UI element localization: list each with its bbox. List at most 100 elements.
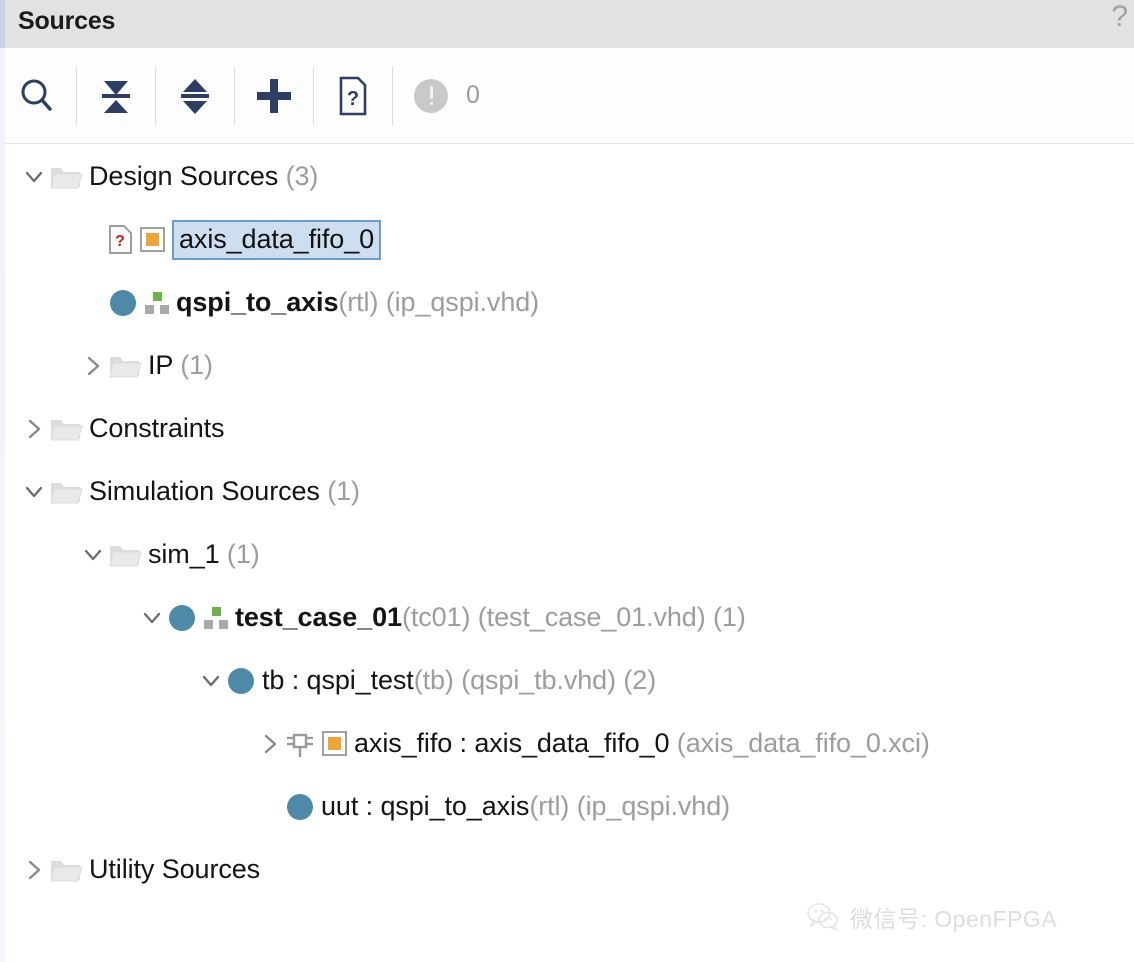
tree-row-filename: (ip_qspi.vhd) — [569, 791, 731, 821]
tree-row-text: IP (1) — [148, 350, 213, 381]
tree-row-ip[interactable]: IP (1) — [5, 334, 1134, 397]
ip-core-icon — [287, 733, 313, 757]
question-mark-icon[interactable]: ? — [1111, 2, 1128, 32]
tree-row-filename: (ip_qspi.vhd) — [378, 287, 540, 317]
folder-icon — [108, 352, 142, 380]
tree-row-filename: (test_case_01.vhd) — [470, 602, 706, 632]
tree-row-axis-fifo-inst[interactable]: axis_fifo : axis_data_fifo_0 (axis_data_… — [5, 712, 1134, 775]
folder-icon — [109, 545, 142, 566]
vhdl-circle-icon — [285, 792, 315, 822]
tree-row-test-case-01[interactable]: test_case_01(tc01) (test_case_01.vhd) (1… — [5, 586, 1134, 649]
chevron-right-icon — [264, 734, 277, 753]
tree-row-uut-qspi-to-axis[interactable]: uut : qspi_to_axis(rtl) (ip_qspi.vhd) — [5, 775, 1134, 838]
toolbar-divider — [234, 66, 235, 125]
toolbar-divider — [392, 66, 393, 125]
tree-row-sim-1[interactable]: sim_1 (1) — [5, 523, 1134, 586]
chevron-down-icon — [25, 486, 43, 497]
tree-row-architecture: (rtl) — [338, 287, 379, 317]
tree-row-name: IP — [148, 350, 173, 380]
collapse-toggle-tb-qspi-test[interactable] — [196, 666, 226, 696]
vhdl-circle-icon — [169, 604, 195, 631]
chevron-right-icon — [28, 419, 41, 438]
ip-core-icon — [285, 728, 315, 760]
tree-row-count: (1) — [219, 539, 260, 569]
toolbar-divider — [155, 66, 156, 125]
warning-count: 0 — [466, 81, 480, 109]
tree-row-name: tb : qspi_test — [262, 665, 414, 695]
tree-row-qspi-to-axis[interactable]: qspi_to_axis(rtl) (ip_qspi.vhd) — [5, 271, 1134, 334]
expand-all-icon[interactable] — [163, 48, 227, 144]
orange-square-icon — [322, 731, 347, 756]
tree-row-tb-qspi-test[interactable]: tb : qspi_test(tb) (qspi_tb.vhd) (2) — [5, 649, 1134, 712]
collapse-all-icon[interactable] — [84, 48, 148, 144]
expand-toggle-ip[interactable] — [78, 351, 108, 381]
tree-row-text: Design Sources (3) — [89, 161, 318, 192]
collapse-toggle-design-sources[interactable] — [19, 162, 49, 192]
sources-tree[interactable]: Design Sources (3)? axis_data_fifo_0 qspi_… — [5, 145, 1134, 962]
chevron-down-icon — [202, 675, 220, 686]
folder-icon — [49, 856, 83, 884]
collapse-toggle-simulation-sources[interactable] — [19, 477, 49, 507]
tree-row-filename: (qspi_tb.vhd) — [453, 665, 616, 695]
warning-circle-icon — [414, 78, 448, 113]
vhdl-circle-icon — [228, 667, 254, 694]
tree-row-axis-data-fifo-0[interactable]: ? axis_data_fifo_0 — [5, 208, 1134, 271]
folder-icon — [50, 167, 83, 188]
file-question-icon[interactable]: ? — [321, 48, 385, 144]
tree-row-text: Constraints — [89, 413, 225, 444]
orange-square-icon — [139, 226, 166, 253]
vhdl-circle-icon — [110, 289, 136, 316]
tree-row-text: Utility Sources — [89, 854, 260, 885]
sources-panel: Sources ? ? 0 Design Sources (3) ? axis_… — [0, 0, 1134, 962]
expand-toggle-utility-sources[interactable] — [19, 855, 49, 885]
vhdl-circle-icon — [108, 288, 138, 318]
toolbar-divider — [76, 66, 77, 125]
tree-row-constraints[interactable]: Constraints — [5, 397, 1134, 460]
folder-icon — [50, 482, 83, 503]
tree-row-count: (1) — [172, 350, 213, 380]
tree-row-design-sources[interactable]: Design Sources (3) — [5, 145, 1134, 208]
orange-square-icon — [140, 227, 165, 252]
tree-row-utility-sources[interactable]: Utility Sources — [5, 838, 1134, 901]
tree-row-text: Simulation Sources (1) — [89, 476, 360, 507]
tree-row-text: axis_data_fifo_0 — [172, 219, 382, 260]
expand-toggle-axis-fifo-inst[interactable] — [255, 729, 285, 759]
warning-status[interactable]: 0 — [400, 48, 480, 144]
hierarchy-icon — [203, 605, 229, 631]
tree-row-count: (1) — [319, 476, 360, 506]
page-title: Sources — [18, 7, 116, 35]
tree-row-text: qspi_to_axis(rtl) (ip_qspi.vhd) — [176, 287, 539, 318]
tree-row-filename: (axis_data_fifo_0.xci) — [669, 728, 930, 758]
folder-icon — [49, 478, 83, 506]
sources-toolbar: ? 0 — [5, 48, 1134, 144]
tree-row-architecture: (tc01) — [401, 602, 471, 632]
collapse-toggle-test-case-01[interactable] — [137, 603, 167, 633]
chevron-right-icon — [87, 356, 100, 375]
tree-row-text: axis_fifo : axis_data_fifo_0 (axis_data_… — [354, 728, 930, 759]
vhdl-circle-icon — [167, 603, 197, 633]
panel-titlebar: Sources ? — [5, 0, 1134, 48]
folder-icon — [109, 356, 142, 377]
hierarchy-icon — [144, 290, 170, 316]
toolbar-divider — [313, 66, 314, 125]
tree-row-count: (2) — [616, 665, 657, 695]
file-question-icon: ? — [108, 224, 133, 255]
collapse-toggle-sim-1[interactable] — [78, 540, 108, 570]
folder-icon — [108, 541, 142, 569]
vhdl-circle-icon — [287, 793, 313, 820]
tree-row-simulation-sources[interactable]: Simulation Sources (1) — [5, 460, 1134, 523]
orange-square-icon — [321, 730, 348, 757]
svg-text:?: ? — [347, 88, 359, 110]
hierarchy-icon — [145, 291, 169, 314]
chevron-down-icon — [84, 549, 102, 560]
add-sources-icon[interactable] — [242, 48, 306, 144]
selected-name-box[interactable]: axis_data_fifo_0 — [172, 219, 382, 260]
tree-row-count: (1) — [705, 602, 746, 632]
search-icon[interactable] — [5, 48, 69, 144]
svg-text:?: ? — [115, 233, 125, 250]
tree-row-name: uut : qspi_to_axis — [321, 791, 530, 821]
chevron-right-icon — [28, 860, 41, 879]
tree-row-name: Design Sources — [89, 161, 279, 191]
tree-row-text: uut : qspi_to_axis(rtl) (ip_qspi.vhd) — [321, 791, 730, 822]
expand-toggle-constraints[interactable] — [19, 414, 49, 444]
